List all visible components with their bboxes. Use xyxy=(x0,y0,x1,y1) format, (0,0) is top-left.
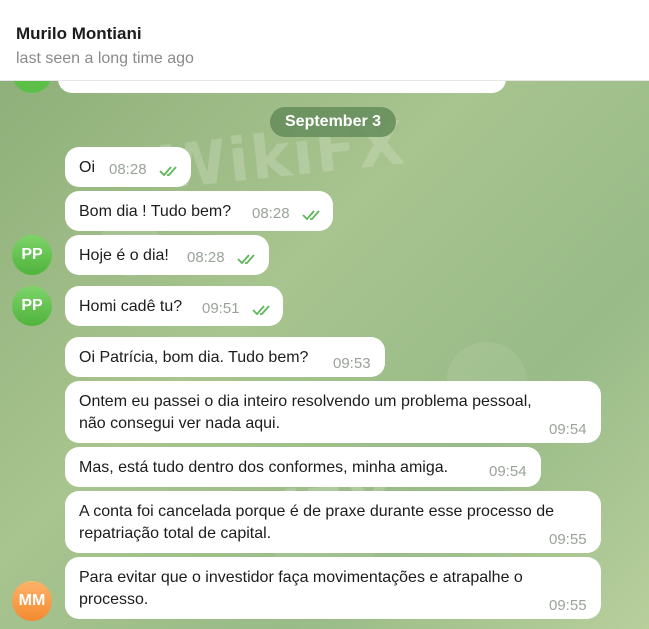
read-check-icon xyxy=(237,254,255,265)
contact-name[interactable]: Murilo Montiani xyxy=(16,24,142,44)
message-bubble: Ontem eu passei o dia inteiro resolvendo… xyxy=(65,381,601,443)
message-time: 09:54 xyxy=(549,421,587,438)
message-time: 09:54 xyxy=(489,463,527,480)
read-check-icon xyxy=(159,166,177,177)
message-time: 08:28 xyxy=(252,205,290,222)
message-text: Bom dia ! Tudo bem? xyxy=(79,203,232,220)
message-time: 09:53 xyxy=(333,355,371,372)
message-time: 09:55 xyxy=(549,531,587,548)
message-time: 08:28 xyxy=(109,161,147,178)
message-text: Oi Patrícia, bom dia. Tudo bem? xyxy=(79,349,309,366)
contact-status: last seen a long time ago xyxy=(16,50,194,67)
message-bubble: Homi cadê tu? 09:51 xyxy=(65,286,283,326)
message-area[interactable]: WikiFX WikiFX September 3 Oi 08:28 Bom d… xyxy=(0,81,649,629)
message-text: Mas, está tudo dentro dos conformes, min… xyxy=(79,459,449,476)
read-check-icon xyxy=(302,210,320,221)
message-bubble: Hoje é o dia! 08:28 xyxy=(65,235,269,275)
message-text: Homi cadê tu? xyxy=(79,298,183,315)
message-bubble: Oi 08:28 xyxy=(65,147,191,187)
message-time: 09:51 xyxy=(202,300,240,317)
avatar[interactable]: MM xyxy=(12,581,52,621)
message-text-line: processo. xyxy=(79,591,149,608)
message-text-line: Para evitar que o investidor faça movime… xyxy=(79,569,523,586)
avatar[interactable]: PP xyxy=(12,235,52,275)
message-bubble xyxy=(58,81,506,93)
message-text-line: não consegui ver nada aqui. xyxy=(79,415,281,432)
message-text: Oi xyxy=(79,159,95,176)
message-text: Hoje é o dia! xyxy=(79,247,169,264)
message-text-line: A conta foi cancelada porque é de praxe … xyxy=(79,503,554,520)
message-text-line: repatriação total de capital. xyxy=(79,525,272,542)
message-bubble: Bom dia ! Tudo bem? 08:28 xyxy=(65,191,333,231)
message-bubble: Oi Patrícia, bom dia. Tudo bem? 09:53 xyxy=(65,337,385,377)
message-text-line: Ontem eu passei o dia inteiro resolvendo… xyxy=(79,393,532,410)
date-separator: September 3 xyxy=(270,107,397,137)
message-bubble: Para evitar que o investidor faça movime… xyxy=(65,557,601,619)
read-check-icon xyxy=(252,305,270,316)
avatar[interactable] xyxy=(12,81,52,93)
message-bubble: A conta foi cancelada porque é de praxe … xyxy=(65,491,601,553)
chat-header: Murilo Montiani last seen a long time ag… xyxy=(0,0,649,81)
avatar[interactable]: PP xyxy=(12,286,52,326)
message-bubble: Mas, está tudo dentro dos conformes, min… xyxy=(65,447,541,487)
message-time: 08:28 xyxy=(187,249,225,266)
message-time: 09:55 xyxy=(549,597,587,614)
